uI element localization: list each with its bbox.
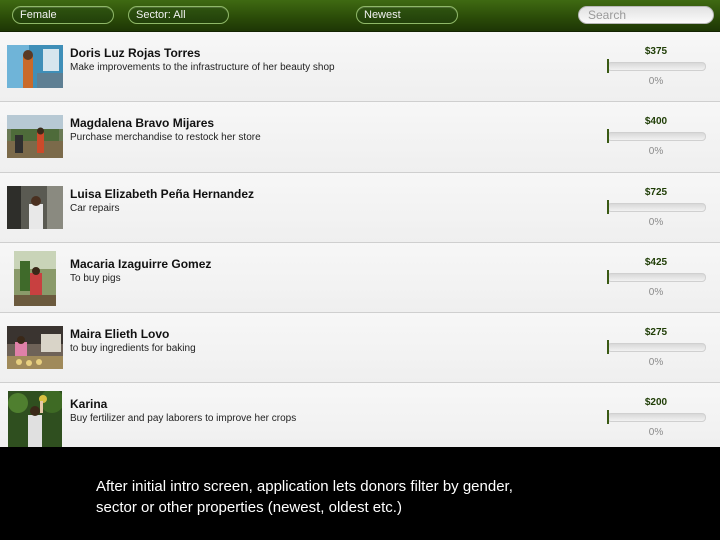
funded-percent: 0% — [648, 76, 664, 87]
sector-filter-button[interactable]: Sector: All — [128, 6, 229, 24]
loan-description: to buy ingredients for baking — [70, 343, 196, 355]
funding-progress-bar — [607, 343, 706, 353]
slide-caption: After initial intro screen, application … — [96, 476, 656, 518]
loan-description: Purchase merchandise to restock her stor… — [70, 132, 261, 144]
filter-toolbar: Female Sector: All Newest Search — [0, 0, 720, 32]
loan-description: Buy fertilizer and pay laborers to impro… — [70, 413, 297, 425]
funded-percent: 0% — [648, 216, 664, 228]
loan-description: Make improvements to the infrastructure … — [70, 62, 335, 73]
loan-row[interactable]: Magdalena Bravo Mijares Purchase merchan… — [0, 102, 720, 173]
funding-progress-bar — [607, 62, 706, 71]
progress-marker — [607, 199, 609, 214]
progress-marker — [607, 269, 609, 284]
loan-row[interactable]: Doris Luz Rojas Torres Make improvements… — [0, 32, 720, 103]
borrower-photo — [14, 250, 56, 306]
loan-list: Doris Luz Rojas Torres Make improvements… — [0, 32, 720, 447]
borrower-photo — [7, 115, 63, 159]
loan-row[interactable]: Maira Elieth Lovo to buy ingredients for… — [0, 313, 720, 384]
borrower-name: Karina — [70, 397, 108, 412]
funded-percent: 0% — [648, 357, 664, 369]
loan-amount: $425 — [644, 256, 668, 268]
borrower-name: Magdalena Bravo Mijares — [70, 116, 215, 131]
app-screen: Female Sector: All Newest Search Doris L… — [0, 0, 720, 447]
funding-progress-bar — [607, 272, 706, 282]
funding-progress-bar — [607, 132, 706, 142]
loan-amount: $400 — [644, 116, 668, 128]
funding-progress-bar — [607, 413, 706, 423]
borrower-photo — [7, 185, 63, 229]
loan-amount: $200 — [644, 397, 668, 409]
loan-description: To buy pigs — [70, 272, 121, 284]
borrower-name: Luisa Elizabeth Peña Hernandez — [70, 186, 255, 201]
caption-line: sector or other properties (newest, olde… — [96, 499, 402, 516]
progress-marker — [607, 129, 609, 144]
search-input[interactable]: Search — [578, 6, 714, 24]
borrower-photo — [7, 326, 63, 370]
caption-line: After initial intro screen, application … — [96, 478, 513, 495]
progress-marker — [607, 410, 609, 425]
progress-marker — [607, 59, 609, 73]
loan-description: Car repairs — [70, 202, 120, 214]
funded-percent: 0% — [648, 286, 664, 298]
funding-progress-bar — [607, 202, 706, 212]
borrower-name: Doris Luz Rojas Torres — [70, 46, 201, 60]
funded-percent: 0% — [648, 146, 664, 158]
loan-amount: $275 — [644, 327, 668, 339]
borrower-photo — [8, 391, 62, 447]
borrower-name: Maira Elieth Lovo — [70, 327, 170, 342]
loan-row[interactable]: Macaria Izaguirre Gomez To buy pigs $425… — [0, 242, 720, 314]
gender-filter-button[interactable]: Female — [12, 6, 114, 24]
loan-amount: $725 — [644, 186, 668, 198]
borrower-name: Macaria Izaguirre Gomez — [70, 256, 212, 271]
loan-row[interactable]: Karina Buy fertilizer and pay laborers t… — [0, 383, 720, 447]
borrower-photo — [7, 45, 63, 88]
loan-amount: $375 — [644, 46, 668, 57]
progress-marker — [607, 340, 609, 355]
sort-filter-button[interactable]: Newest — [356, 6, 458, 24]
funded-percent: 0% — [648, 427, 664, 439]
loan-row[interactable]: Luisa Elizabeth Peña Hernandez Car repai… — [0, 172, 720, 243]
